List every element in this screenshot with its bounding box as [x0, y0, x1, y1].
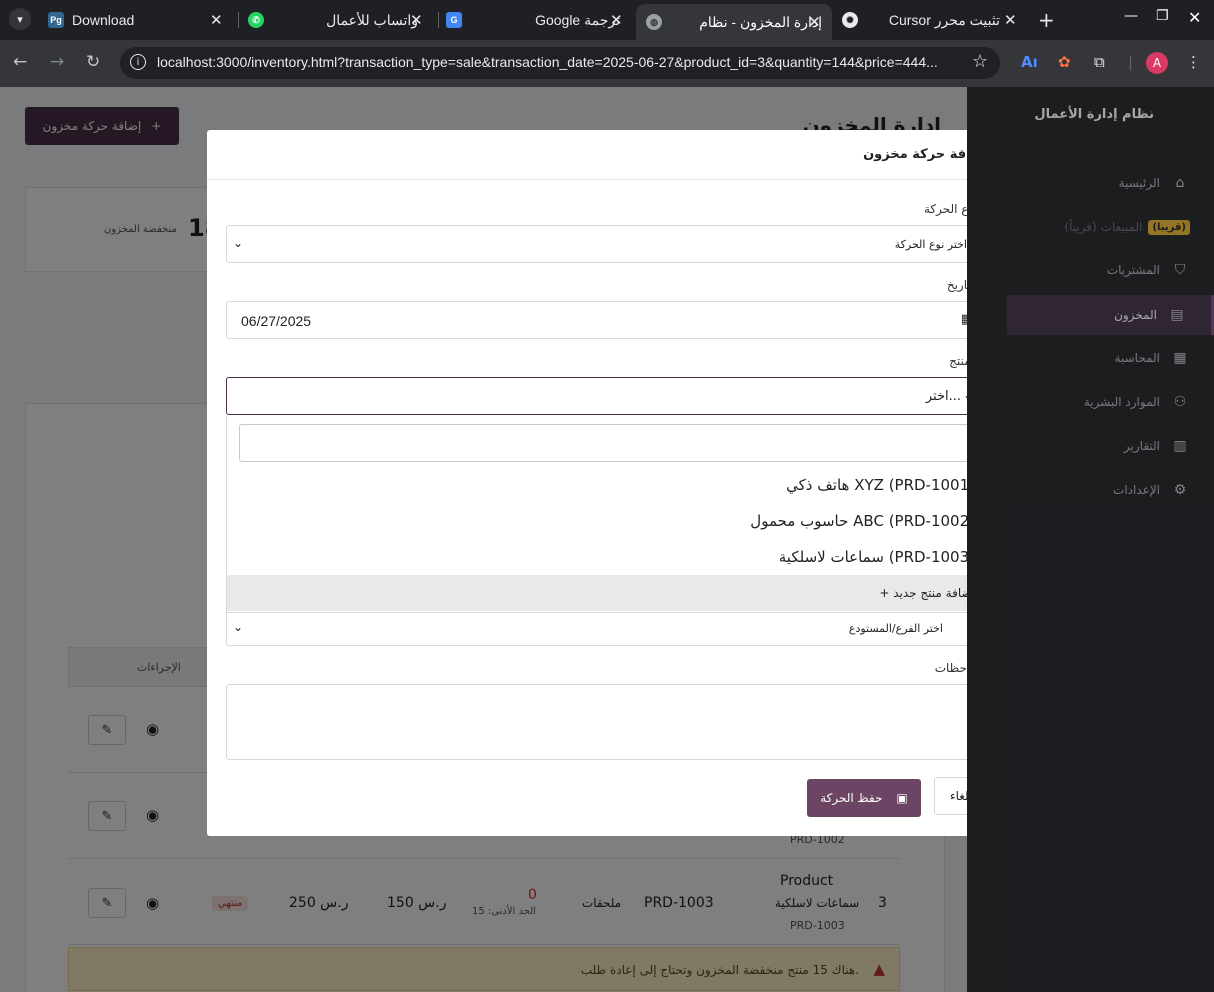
extension-icon[interactable]: ✿	[1058, 53, 1071, 71]
new-tab-button[interactable]: +	[1038, 8, 1055, 32]
app-page: إضافة حركة مخزون + إدارة المخزون منخفضة …	[0, 87, 1214, 992]
close-window-icon[interactable]: ✕	[1188, 8, 1201, 27]
sidebar: نظام إدارة الأعمال الرئيسية ⌂ المبيعات (ق…	[967, 87, 1214, 992]
movement-type-value: اختر نوع الحركة	[894, 238, 967, 251]
tab-title: Download	[72, 12, 135, 28]
profile-avatar[interactable]: A	[1146, 52, 1168, 74]
openai-icon: ✺	[842, 12, 858, 28]
sidebar-backdrop[interactable]	[967, 87, 1214, 992]
whatsapp-icon: ✆	[248, 12, 264, 28]
url-text[interactable]: localhost:3000/inventory.html?transactio…	[157, 54, 967, 70]
product-option[interactable]: سماعات لاسلكية (PRD-1003)	[235, 539, 975, 575]
branch-value: اختر الفرع/المستودع	[848, 622, 943, 635]
close-icon[interactable]: ✕	[410, 11, 423, 29]
movement-type-select[interactable]: اختر نوع الحركة ⌄	[226, 225, 988, 263]
ai-extension-icon[interactable]: Aı	[1021, 53, 1038, 71]
google-translate-icon: G	[446, 12, 462, 28]
chevron-down-icon: ⌄	[233, 620, 244, 634]
close-icon[interactable]: ✕	[610, 11, 623, 29]
forward-icon[interactable]: →	[50, 52, 64, 72]
restore-icon[interactable]: ❐	[1156, 8, 1169, 24]
close-icon[interactable]: ✕	[210, 11, 223, 29]
tab-title: تثبيت محرر Cursor	[888, 11, 1000, 28]
product-option[interactable]: هاتف ذكي XYZ (PRD-1001)	[235, 467, 975, 503]
tab-download[interactable]: Pg Download ✕	[38, 4, 238, 36]
save-icon: ▣	[896, 791, 908, 805]
date-input[interactable]: 06/27/2025 ▦	[226, 301, 988, 339]
close-icon[interactable]: ✕	[808, 13, 821, 31]
bookmark-star-icon[interactable]: ☆	[972, 51, 988, 72]
globe-icon: ◍	[646, 14, 662, 30]
tab-inventory[interactable]: ◍ إدارة المخزون - نظام ✕	[636, 4, 832, 40]
date-value: 06/27/2025	[241, 313, 312, 329]
postgres-icon: Pg	[48, 12, 64, 28]
back-icon[interactable]: ←	[13, 52, 27, 72]
save-button[interactable]: حفظ الحركة ▣	[807, 779, 921, 817]
tab-separator	[438, 12, 439, 28]
notes-textarea[interactable]	[226, 684, 988, 760]
tab-search-button[interactable]: ▾	[9, 8, 31, 30]
chevron-down-icon: ⌄	[233, 236, 244, 250]
product-select-value: اختر...	[925, 389, 961, 404]
add-movement-modal: إضافة حركة مخزون نوع الحركة* اختر نوع ال…	[207, 130, 1007, 836]
product-dropdown: هاتف ذكي XYZ (PRD-1001) حاسوب محمول ABC …	[226, 416, 988, 613]
minimize-icon[interactable]: —	[1124, 8, 1138, 24]
browser-toolbar: ← → ↻ i localhost:3000/inventory.html?tr…	[0, 40, 1214, 87]
profile-initial: A	[1152, 56, 1162, 70]
tab-cursor[interactable]: ✺ تثبيت محرر Cursor ✕	[834, 4, 1030, 36]
tab-whatsapp[interactable]: ✆ واتساب للأعمال ✕	[240, 4, 436, 36]
main-content: إضافة حركة مخزون + إدارة المخزون منخفضة …	[0, 87, 1007, 992]
branch-select[interactable]: اختر الفرع/المستودع ⌄	[226, 613, 988, 646]
tab-title: إدارة المخزون - نظام	[699, 13, 822, 30]
save-label: حفظ الحركة	[820, 791, 883, 805]
reload-icon[interactable]: ↻	[86, 52, 100, 72]
address-bar[interactable]: i localhost:3000/inventory.html?transact…	[120, 47, 1000, 79]
browser-tabbar: ▾ Pg Download ✕ ✆ واتساب للأعمال ✕ G ترج…	[0, 0, 1214, 40]
modal-header: إضافة حركة مخزون	[207, 130, 1007, 180]
kebab-menu-icon[interactable]: ⋮	[1186, 53, 1201, 71]
tab-title: ترجمة Google	[535, 11, 620, 28]
tab-title: واتساب للأعمال	[326, 11, 418, 28]
product-option[interactable]: حاسوب محمول ABC (PRD-1002)	[235, 503, 975, 539]
tab-separator	[238, 12, 239, 28]
close-icon[interactable]: ✕	[1004, 11, 1017, 29]
toolbar-divider: |	[1128, 53, 1134, 71]
site-info-icon[interactable]: i	[130, 54, 146, 70]
puzzle-icon[interactable]: ⧉	[1094, 53, 1105, 71]
add-product-option[interactable]: + إضافة منتج جديد	[227, 575, 987, 611]
product-select[interactable]: اختر... ⌄	[226, 377, 988, 415]
product-search-input[interactable]	[239, 424, 975, 462]
tab-translate[interactable]: G ترجمة Google ✕	[440, 4, 636, 36]
